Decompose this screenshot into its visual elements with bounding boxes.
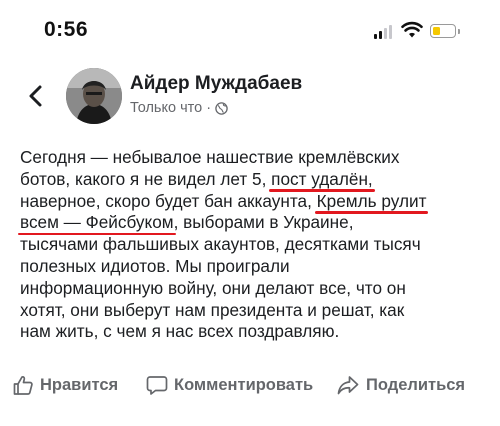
text-segment: полезных идиотов. Мы проиграли: [20, 255, 290, 276]
text-segment: хотят, они выберут нам президента и реша…: [20, 299, 405, 320]
back-chevron-icon[interactable]: [26, 84, 46, 108]
wifi-icon: [401, 21, 423, 39]
text-segment: информационную войну, они делают все, чт…: [20, 277, 406, 298]
post-text-line: хотят, они выберут нам президента и реша…: [20, 300, 490, 322]
text-segment: Сегодня — небывалое нашествие кремлёвски…: [20, 147, 400, 167]
post-header: Айдер Муждабаев Только что ·: [0, 60, 500, 130]
text-segment: нам жить, с чем я нас всех поздравляю.: [20, 321, 340, 342]
text-segment: ботов, какого я не видел лет 5,: [20, 168, 272, 189]
highlighted-phrase: всем — Фейсбуком: [20, 212, 174, 233]
post-text-line: ботов, какого я не видел лет 5, пост уда…: [20, 169, 490, 191]
highlighted-phrase: Кремль рулит: [316, 190, 427, 211]
share-label: Поделиться: [366, 375, 466, 394]
post-text-line: информационную войну, они делают все, чт…: [20, 278, 490, 300]
text-segment: наверное, скоро будет бан аккаунта,: [20, 190, 317, 211]
post-text-line: наверное, скоро будет бан аккаунта, Крем…: [20, 191, 490, 213]
comment-bubble-icon: [146, 374, 168, 396]
like-label: Нравится: [40, 375, 119, 394]
comment-button[interactable]: Комментировать: [146, 368, 313, 402]
share-arrow-icon: [336, 374, 360, 396]
avatar[interactable]: [66, 68, 122, 124]
status-time: 0:56: [44, 18, 89, 41]
post-text-line: нам жить, с чем я нас всех поздравляю.: [20, 321, 490, 343]
post-timestamp[interactable]: Только что: [130, 100, 202, 116]
post-text-line: Сегодня — небывалое нашествие кремлёвски…: [20, 147, 490, 169]
battery-icon: [430, 24, 460, 38]
comment-label: Комментировать: [174, 375, 314, 394]
share-button[interactable]: Поделиться: [336, 368, 465, 402]
post-text-line: всем — Фейсбуком, выборами в Украине,: [20, 212, 490, 234]
like-button[interactable]: Нравится: [12, 368, 118, 402]
cellular-signal-icon: [374, 25, 394, 39]
meta-separator: ·: [206, 100, 212, 116]
post-text-line: тысячами фальшивых акаунтов, десятками т…: [20, 234, 490, 256]
globe-icon: [215, 101, 228, 115]
text-segment: тысячами фальшивых акаунтов, десятками т…: [20, 234, 421, 255]
post-text: Сегодня — небывалое нашествие кремлёвски…: [20, 147, 490, 343]
thumbs-up-icon: [12, 374, 34, 396]
author-name[interactable]: Айдер Муждабаев: [130, 73, 302, 95]
highlighted-phrase: пост удалён,: [271, 168, 373, 189]
status-bar: 0:56: [0, 0, 500, 52]
action-bar: Нравится Комментировать Поделиться: [0, 368, 500, 402]
text-segment: , выборами в Украине,: [173, 212, 354, 233]
post-text-line: полезных идиотов. Мы проиграли: [20, 256, 490, 278]
post-meta: Только что ·: [130, 100, 228, 116]
